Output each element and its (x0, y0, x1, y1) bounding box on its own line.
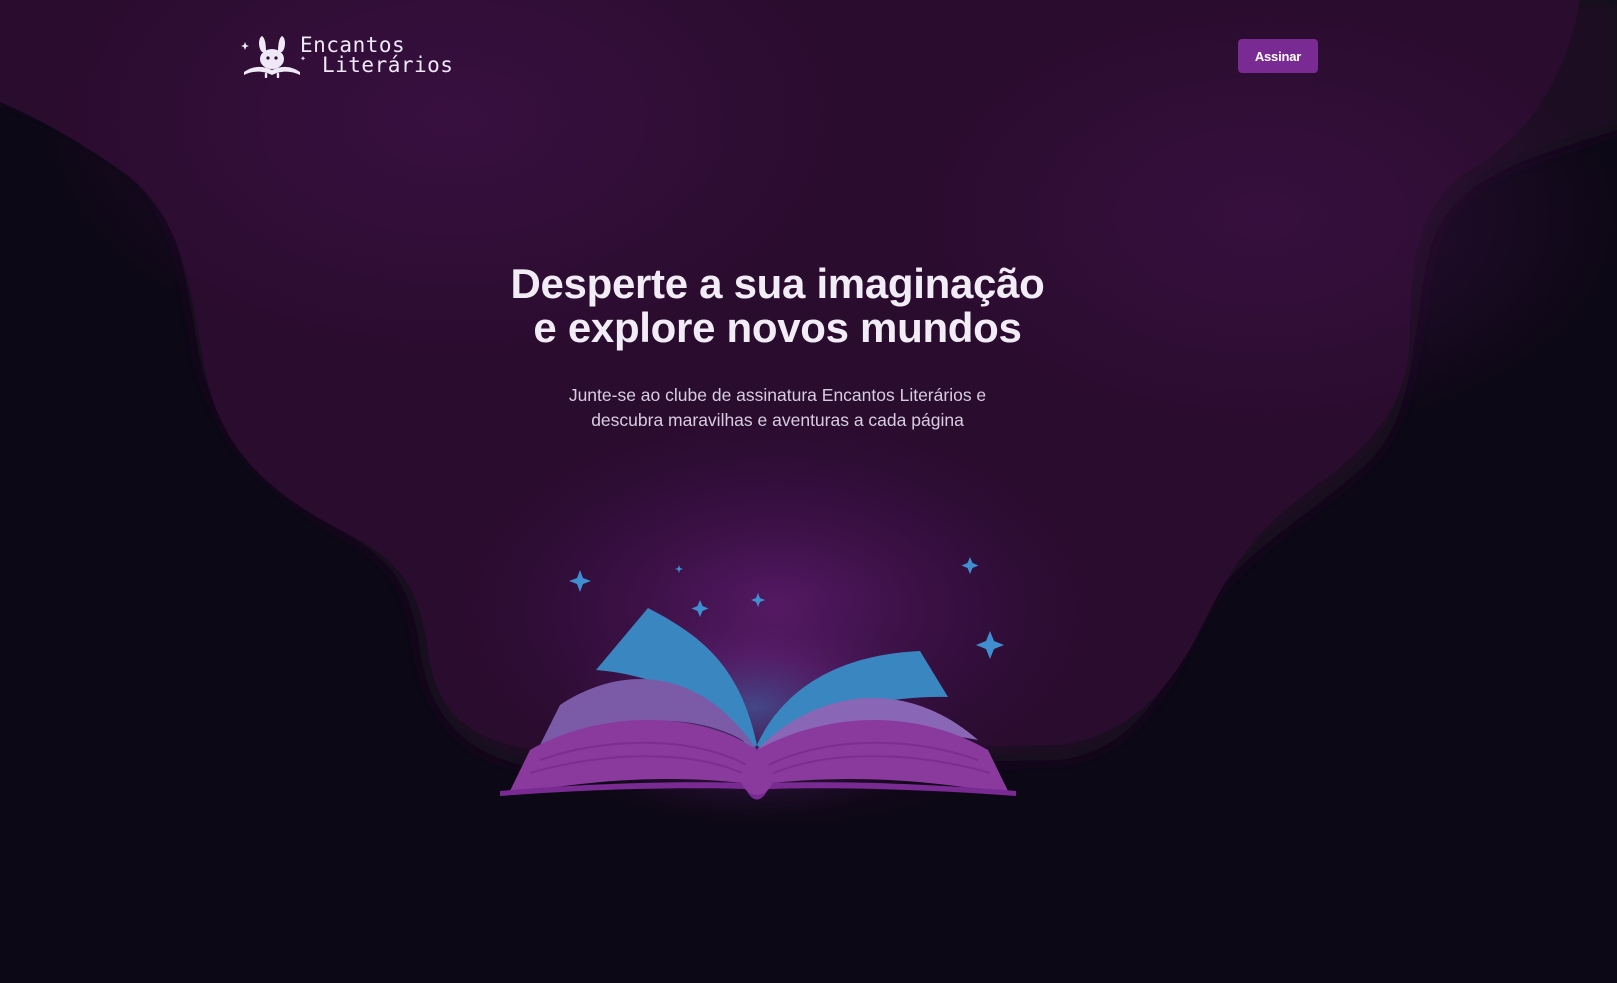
rabbit-reading-book-icon (241, 36, 306, 78)
brand-name: Encantos Literários (300, 35, 454, 77)
hero-subtitle-line-2: descubra maravilhas e aventuras a cada p… (591, 410, 964, 430)
site-header: Encantos Literários Assinar (0, 0, 1617, 110)
landing-page: Encantos Literários Assinar Desperte a s… (0, 0, 1617, 983)
hero-title-line-2: e explore novos mundos (533, 304, 1022, 351)
hero-subtitle-line-1: Junte-se ao clube de assinatura Encantos… (568, 385, 987, 405)
brand-line-2: Literários (322, 53, 454, 77)
subscribe-button[interactable]: Assinar (1238, 39, 1318, 73)
brand-logo[interactable]: Encantos Literários (240, 32, 453, 78)
background-shape (0, 0, 1617, 983)
open-book-illustration (500, 557, 1016, 815)
hero-subtitle: Junte-se ao clube de assinatura Encantos… (0, 383, 1555, 433)
hero-title: Desperte a sua imaginação e explore novo… (0, 262, 1555, 350)
hero-title-line-1: Desperte a sua imaginação (510, 260, 1045, 307)
